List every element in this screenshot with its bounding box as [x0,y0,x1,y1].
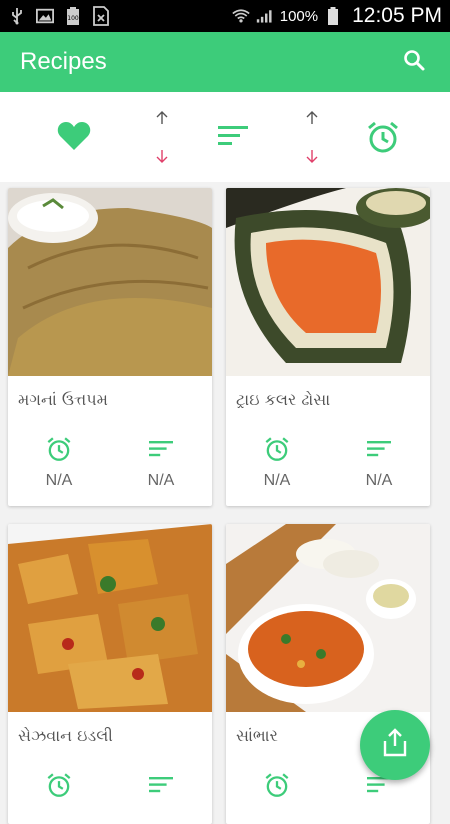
recipe-serves-value: N/A [147,472,175,489]
image-icon [36,7,54,25]
search-button[interactable] [398,46,430,78]
battery-icon [324,7,342,25]
recipe-image [8,188,212,376]
signal-icon [256,7,274,25]
recipe-time: N/A [8,434,110,504]
favorites-filter-button[interactable] [54,120,94,156]
clock: 12:05 PM [352,4,442,27]
alarm-clock-icon [46,434,72,464]
alarm-clock-icon [264,770,290,800]
up-down-arrows-icon [304,108,320,170]
recipe-title: મગનાં ઉત્તપમ [18,390,108,409]
no-sim-icon [92,6,110,26]
recipe-serves [328,770,430,824]
recipe-time-value: N/A [263,472,291,489]
battery-small-icon: 100 [64,7,82,25]
share-icon [381,728,409,762]
recipe-serves: N/A [110,434,212,504]
alarm-clock-icon [46,770,72,800]
app-bar: Recipes [0,32,450,92]
recipe-time [8,770,110,824]
recipe-card[interactable]: મગનાં ઉત્તપમ N/A N/A [8,188,212,506]
recipe-image [226,188,430,376]
alarm-clock-icon [366,120,400,158]
sort-by-serves-button[interactable] [216,124,250,152]
recipe-card[interactable]: ટ્રાઇ કલર ઢોસા N/A N/A [226,188,430,506]
recipe-serves [110,770,212,824]
alarm-clock-icon [264,434,290,464]
sort-lines-icon [149,770,173,800]
search-icon [402,48,426,76]
sort-toggle-button-2[interactable] [300,110,324,168]
recipe-title: ટ્રાઇ કલર ઢોસા [236,390,331,409]
recipe-title: સેઝવાન ઇડલી [18,726,113,745]
sort-lines-icon [218,124,248,152]
status-bar: 100 100% 12:05 PM [0,0,450,32]
sort-by-time-button[interactable] [364,120,402,158]
usb-icon [8,7,26,25]
filter-bar [0,92,450,182]
recipe-time-value: N/A [45,472,73,489]
recipe-card[interactable]: સેઝવાન ઇડલી [8,524,212,824]
page-title: Recipes [20,48,107,75]
sort-toggle-button[interactable] [150,110,174,168]
wifi-icon [232,7,250,25]
heart-icon [57,121,91,155]
up-down-arrows-icon [154,108,170,170]
recipe-image [226,524,430,712]
recipe-time [226,770,328,824]
recipe-time: N/A [226,434,328,504]
share-button[interactable] [360,710,430,780]
sort-lines-icon [149,434,173,464]
recipe-serves: N/A [328,434,430,504]
battery-percent: 100% [279,7,319,25]
recipe-image [8,524,212,712]
sort-lines-icon [367,434,391,464]
recipe-serves-value: N/A [365,472,393,489]
svg-text:100: 100 [67,15,79,22]
